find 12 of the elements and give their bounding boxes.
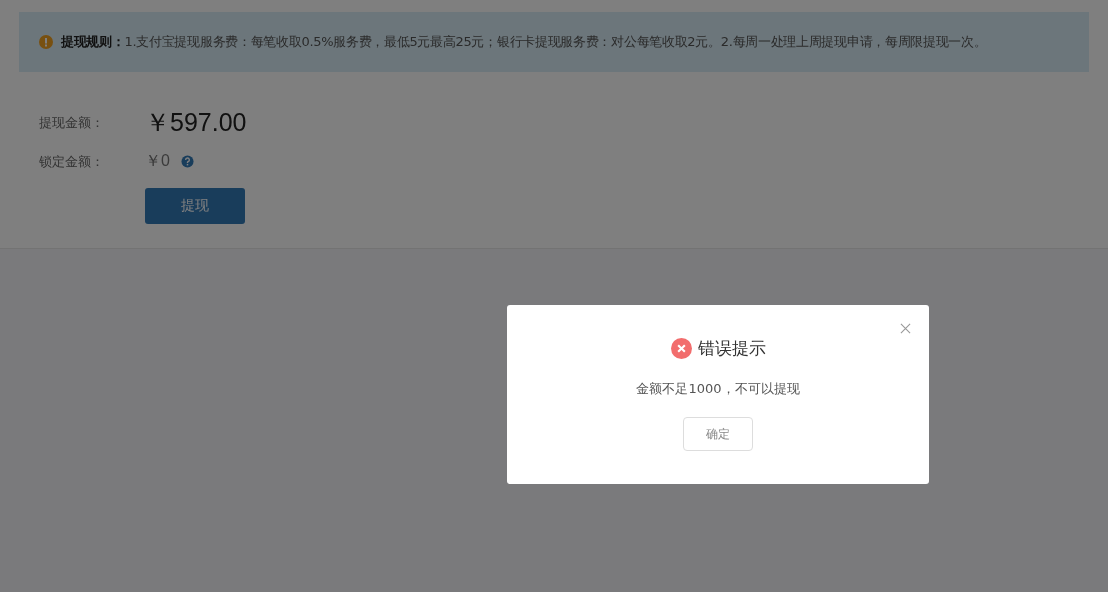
field-label: 锁定金额： (39, 152, 105, 171)
field-label: 提现金额： (39, 113, 105, 132)
amount-value: ￥597.00 (145, 107, 247, 138)
exclamation-icon (39, 35, 53, 49)
close-icon[interactable] (900, 323, 911, 334)
error-icon (670, 338, 692, 359)
confirm-button[interactable]: 确定 (683, 417, 753, 451)
help-icon[interactable] (180, 155, 194, 168)
dialog-message: 金额不足1000，不可以提现 (636, 380, 800, 398)
amount-value: ￥0 (145, 151, 170, 171)
dialog-title: 错误提示 (697, 337, 766, 360)
withdraw-button[interactable]: 提现 (145, 188, 245, 224)
